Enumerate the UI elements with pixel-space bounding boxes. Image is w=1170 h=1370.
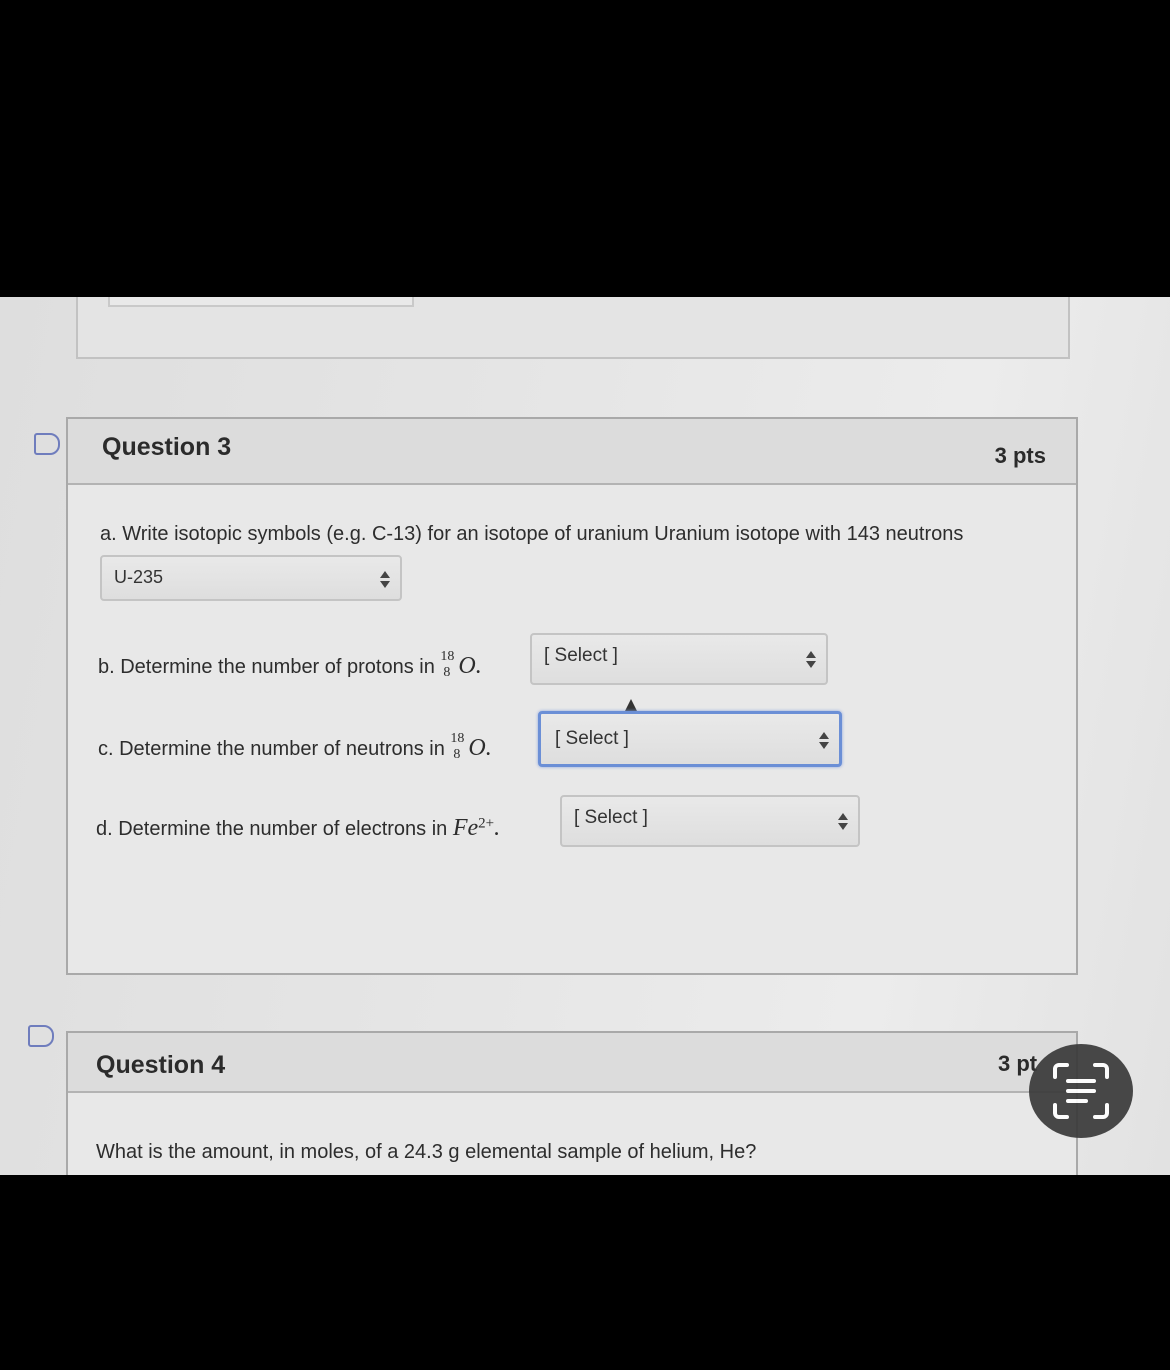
part-c-selected-value: [ Select ] xyxy=(555,728,629,749)
part-b-punct: . xyxy=(475,653,482,679)
part-c-text: c. Determine the number of neutrons in xyxy=(98,738,445,760)
part-c-nuclide-numbers: 18 8 xyxy=(450,731,464,762)
part-b-mass-number: 18 xyxy=(440,649,455,664)
updown-arrows-icon xyxy=(380,571,390,589)
previous-question-box xyxy=(76,297,1070,359)
part-b-select[interactable]: [ Select ] xyxy=(530,633,828,685)
part-d-element: Fe xyxy=(452,815,479,841)
updown-arrows-icon xyxy=(806,651,816,669)
part-d-prompt: d. Determine the number of electrons in … xyxy=(96,815,500,842)
question-4-points: 3 pt xyxy=(998,1051,1038,1076)
part-b-atomic-number: 8 xyxy=(443,665,451,680)
part-c-prompt: c. Determine the number of neutrons in 1… xyxy=(98,731,492,762)
flag-icon[interactable] xyxy=(34,433,60,455)
part-b-text: b. Determine the number of protons in xyxy=(98,656,435,678)
scan-text-icon xyxy=(1053,1063,1109,1119)
part-d-selected-value: [ Select ] xyxy=(574,807,648,828)
updown-arrows-icon xyxy=(819,732,829,750)
part-b-nuclide-numbers: 18 8 xyxy=(440,649,454,680)
question-3-points: 3 pts xyxy=(994,443,1046,468)
question-4-box: Question 4 3 pt What is the amount, in m… xyxy=(66,1031,1078,1175)
part-b-prompt: b. Determine the number of protons in 18… xyxy=(98,649,482,680)
part-c-mass-number: 18 xyxy=(450,731,465,746)
part-d-select[interactable]: [ Select ] xyxy=(560,795,860,847)
part-a-select[interactable]: U-235 xyxy=(100,555,402,601)
part-b-element: O xyxy=(458,653,476,679)
question-3-title: Question 3 xyxy=(102,433,232,461)
updown-arrows-icon xyxy=(838,813,848,831)
flag-icon[interactable] xyxy=(28,1025,54,1047)
part-a-prompt: a. Write isotopic symbols (e.g. C-13) fo… xyxy=(100,523,964,545)
part-c-atomic-number: 8 xyxy=(453,747,461,762)
part-d-charge: 2+ xyxy=(478,815,495,832)
question-4-header: Question 4 3 pt xyxy=(68,1033,1076,1093)
question-3-header: Question 3 3 pts xyxy=(68,419,1076,485)
part-d-punct: . xyxy=(494,815,501,841)
part-c-punct: . xyxy=(485,735,492,761)
part-d-text: d. Determine the number of electrons in xyxy=(96,818,448,840)
screen: Question 3 3 pts a. Write isotopic symbo… xyxy=(0,297,1170,1175)
part-c-element: O xyxy=(468,735,486,761)
part-b-selected-value: [ Select ] xyxy=(544,645,618,666)
scan-text-button[interactable] xyxy=(1029,1044,1133,1138)
part-a-selected-value: U-235 xyxy=(114,567,164,587)
part-c-select[interactable]: [ Select ] xyxy=(538,711,842,767)
question-4-title: Question 4 xyxy=(96,1051,226,1079)
previous-answer-input[interactable] xyxy=(108,297,414,307)
question-3-box: Question 3 3 pts a. Write isotopic symbo… xyxy=(66,417,1078,975)
question-4-prompt: What is the amount, in moles, of a 24.3 … xyxy=(96,1141,757,1163)
